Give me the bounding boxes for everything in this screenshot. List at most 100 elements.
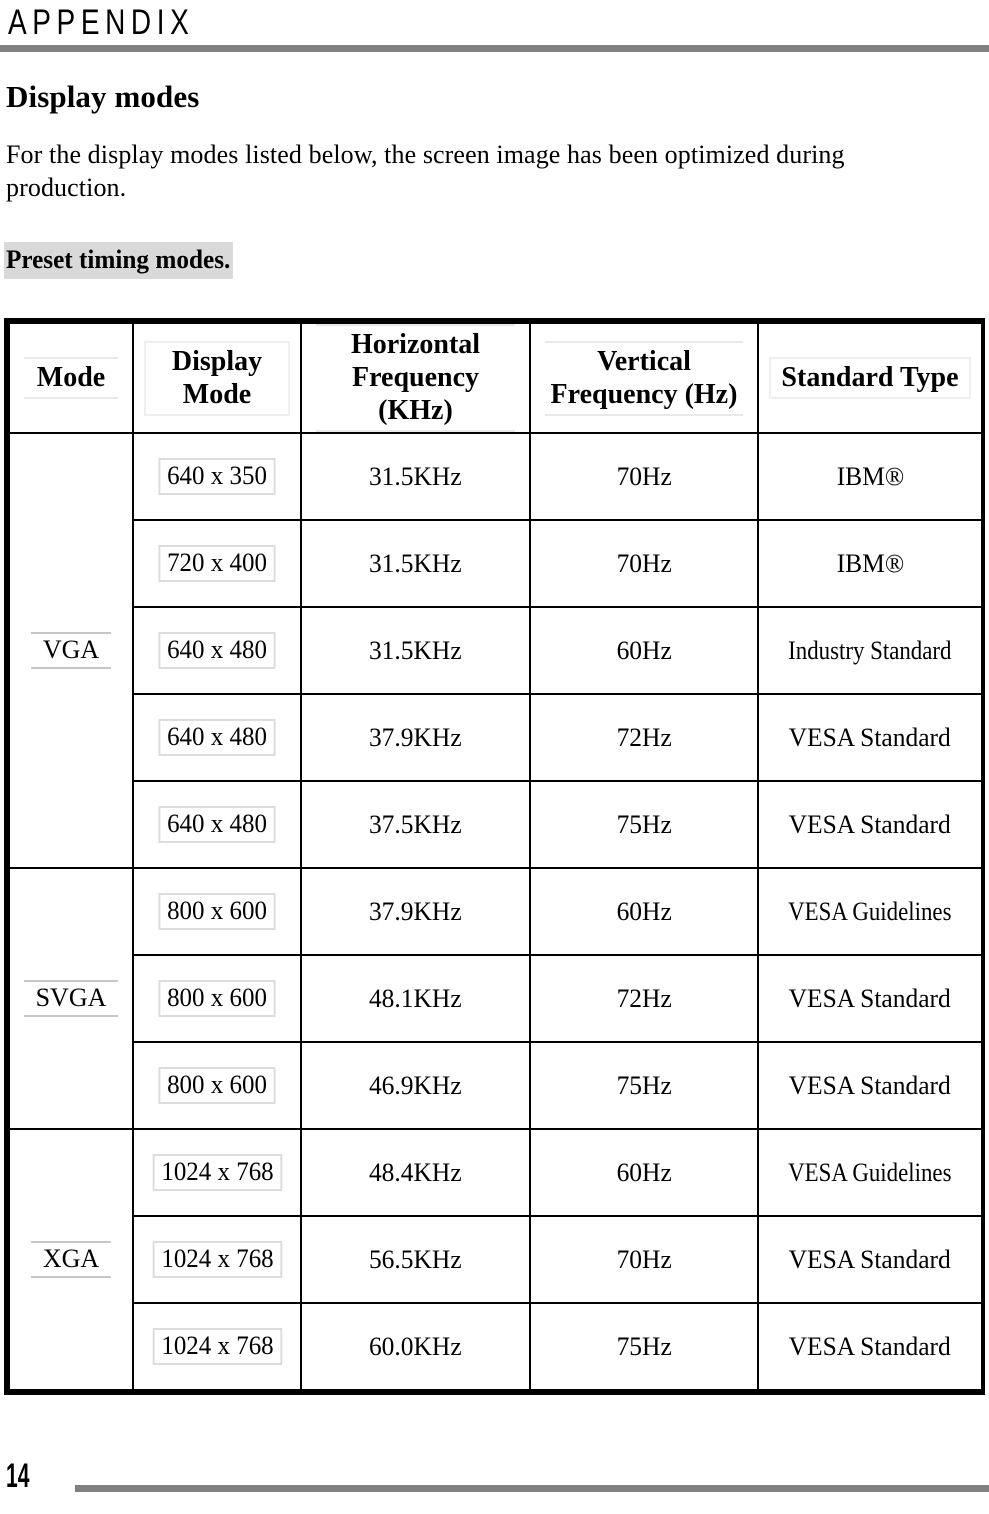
cell-horizontal-frequency-text: 31.5KHz (369, 635, 462, 665)
cell-display-mode-text: 640 x 480 (158, 719, 276, 756)
column-header-vertical-frequency-label: Vertical Frequency (Hz) (545, 340, 743, 416)
cell-vertical-frequency: 70Hz (529, 1215, 759, 1304)
cell-vertical-frequency-text: 70Hz (616, 548, 672, 578)
cell-horizontal-frequency: 60.0KHz (300, 1302, 531, 1391)
page-number: 14 (6, 1457, 30, 1495)
cell-display-mode: 1024 x 768 (132, 1128, 302, 1217)
cell-standard-type: VESA Guidelines (757, 1128, 983, 1217)
cell-standard-type-text: VESA Standard (788, 983, 952, 1013)
cell-vertical-frequency: 75Hz (529, 780, 759, 869)
header-rule (0, 45, 989, 52)
cell-horizontal-frequency-text: 31.5KHz (369, 548, 462, 578)
subhead-preset-timing-modes: Preset timing modes. (4, 242, 234, 279)
cell-horizontal-frequency: 37.5KHz (300, 780, 531, 869)
cell-display-mode: 720 x 400 (132, 519, 302, 608)
cell-vertical-frequency-text: 60Hz (616, 1157, 672, 1187)
cell-vertical-frequency-text: 70Hz (616, 1244, 672, 1274)
cell-display-mode: 800 x 600 (132, 1041, 302, 1130)
cell-horizontal-frequency-text: 56.5KHz (369, 1244, 462, 1274)
cell-horizontal-frequency: 48.1KHz (300, 954, 531, 1043)
cell-vertical-frequency-text: 70Hz (616, 461, 672, 491)
table-body: VGA 640 x 350 31.5KHz 70Hz IBM® 720 x 400 31.5… (8, 432, 983, 1391)
cell-display-mode: 800 x 600 (132, 867, 302, 956)
cell-display-mode-text: 720 x 400 (158, 545, 276, 582)
column-header-mode-label: Mode (24, 357, 118, 399)
cell-display-mode: 640 x 480 (132, 606, 302, 695)
cell-standard-type-text: VESA Standard (788, 722, 952, 752)
cell-standard-type-text: VESA Standard (788, 809, 952, 839)
cell-standard-type: VESA Standard (757, 954, 983, 1043)
cell-standard-type: Industry Standard (757, 606, 983, 695)
subhead-container: Preset timing modes. (4, 242, 240, 279)
cell-standard-type-text: IBM® (836, 461, 904, 491)
table-row: XGA 1024 x 768 48.4KHz 60Hz VESA Guidelines (8, 1128, 983, 1391)
cell-display-mode-text: 640 x 480 (158, 806, 276, 843)
cell-standard-type: IBM® (757, 519, 983, 608)
table-row: 640 x 480 37.9KHz 72Hz VESA Standard (9, 693, 983, 782)
cell-standard-type-text: VESA Guidelines (788, 1157, 952, 1187)
cell-horizontal-frequency: 31.5KHz (300, 519, 531, 608)
column-header-mode: Mode (8, 322, 134, 434)
preset-timing-modes-table: Mode Display Mode Horizontal Frequency (… (4, 318, 985, 1395)
cell-display-mode-text: 800 x 600 (158, 1067, 276, 1104)
column-header-display-mode-label: Display Mode (144, 340, 290, 416)
cell-vertical-frequency-text: 75Hz (616, 1331, 672, 1361)
cell-horizontal-frequency-text: 37.9KHz (369, 896, 462, 926)
cell-horizontal-frequency: 31.5KHz (300, 432, 531, 521)
cell-horizontal-frequency: 56.5KHz (300, 1215, 531, 1304)
group-label-text: XGA (30, 1241, 112, 1278)
cell-display-mode: 640 x 480 (132, 780, 302, 869)
table-row: 720 x 400 31.5KHz 70Hz IBM® (9, 519, 983, 608)
cell-vertical-frequency: 60Hz (529, 606, 759, 695)
group-label-svga: SVGA (8, 867, 134, 1130)
cell-vertical-frequency: 75Hz (529, 1041, 759, 1130)
column-header-vertical-line1: Vertical (597, 345, 691, 377)
cell-horizontal-frequency-text: 46.9KHz (369, 1070, 462, 1100)
cell-display-mode-text: 1024 x 768 (152, 1154, 282, 1191)
cell-display-mode-text: 640 x 350 (158, 458, 276, 495)
column-header-display-mode: Display Mode (132, 322, 302, 434)
cell-standard-type: VESA Standard (757, 1302, 983, 1391)
cell-standard-type-text: VESA Standard (788, 1070, 952, 1100)
column-header-display-mode-line1: Display (171, 345, 263, 377)
cell-vertical-frequency-text: 60Hz (616, 635, 672, 665)
column-header-display-mode-line2: Mode (182, 378, 252, 410)
table-row: 1024 x 768 60.0KHz 75Hz VESA Standard (9, 1302, 983, 1391)
column-header-horizontal-line1: Horizontal (350, 329, 481, 360)
page-title: Display modes (6, 79, 200, 114)
group-label-xga: XGA (8, 1128, 134, 1391)
cell-horizontal-frequency: 48.4KHz (300, 1128, 531, 1217)
column-header-vertical-frequency: Vertical Frequency (Hz) (529, 322, 759, 434)
cell-horizontal-frequency-text: 31.5KHz (369, 461, 462, 491)
cell-horizontal-frequency: 46.9KHz (300, 1041, 531, 1130)
table-header-row: Mode Display Mode Horizontal Frequency (… (8, 322, 983, 434)
cell-standard-type-text: VESA Standard (788, 1331, 952, 1361)
column-header-vertical-line2: Frequency (Hz) (550, 378, 738, 410)
cell-standard-type: VESA Guidelines (757, 867, 983, 956)
cell-vertical-frequency-text: 72Hz (616, 722, 672, 752)
table-row: VGA 640 x 350 31.5KHz 70Hz IBM® (8, 432, 983, 869)
column-header-horizontal-frequency-label: Horizontal Frequency (KHz) (316, 324, 515, 432)
cell-display-mode-text: 800 x 600 (158, 893, 276, 930)
cell-display-mode-text: 640 x 480 (158, 632, 276, 669)
cell-standard-type: VESA Standard (757, 1041, 983, 1130)
cell-horizontal-frequency-text: 48.1KHz (369, 983, 462, 1013)
cell-standard-type: VESA Standard (757, 693, 983, 782)
table-row: 1024 x 768 56.5KHz 70Hz VESA Standard (9, 1215, 983, 1304)
cell-vertical-frequency: 60Hz (529, 1128, 759, 1217)
table-row: 640 x 480 37.5KHz 75Hz VESA Standard (9, 780, 983, 869)
cell-display-mode: 640 x 480 (132, 693, 302, 782)
cell-vertical-frequency: 75Hz (529, 1302, 759, 1391)
running-head-appendix: APPENDIX (8, 3, 195, 42)
cell-standard-type: VESA Standard (757, 780, 983, 869)
cell-vertical-frequency: 72Hz (529, 954, 759, 1043)
cell-horizontal-frequency-text: 48.4KHz (369, 1157, 462, 1187)
cell-vertical-frequency: 70Hz (529, 432, 759, 521)
column-header-standard-type: Standard Type (757, 322, 983, 434)
cell-standard-type: IBM® (757, 432, 983, 521)
intro-paragraph: For the display modes listed below, the … (6, 140, 845, 202)
cell-display-mode-text: 1024 x 768 (152, 1328, 282, 1365)
table-row: 800 x 600 46.9KHz 75Hz VESA Standard (9, 1041, 983, 1130)
cell-display-mode: 640 x 350 (132, 432, 302, 521)
cell-standard-type-text: IBM® (836, 548, 904, 578)
